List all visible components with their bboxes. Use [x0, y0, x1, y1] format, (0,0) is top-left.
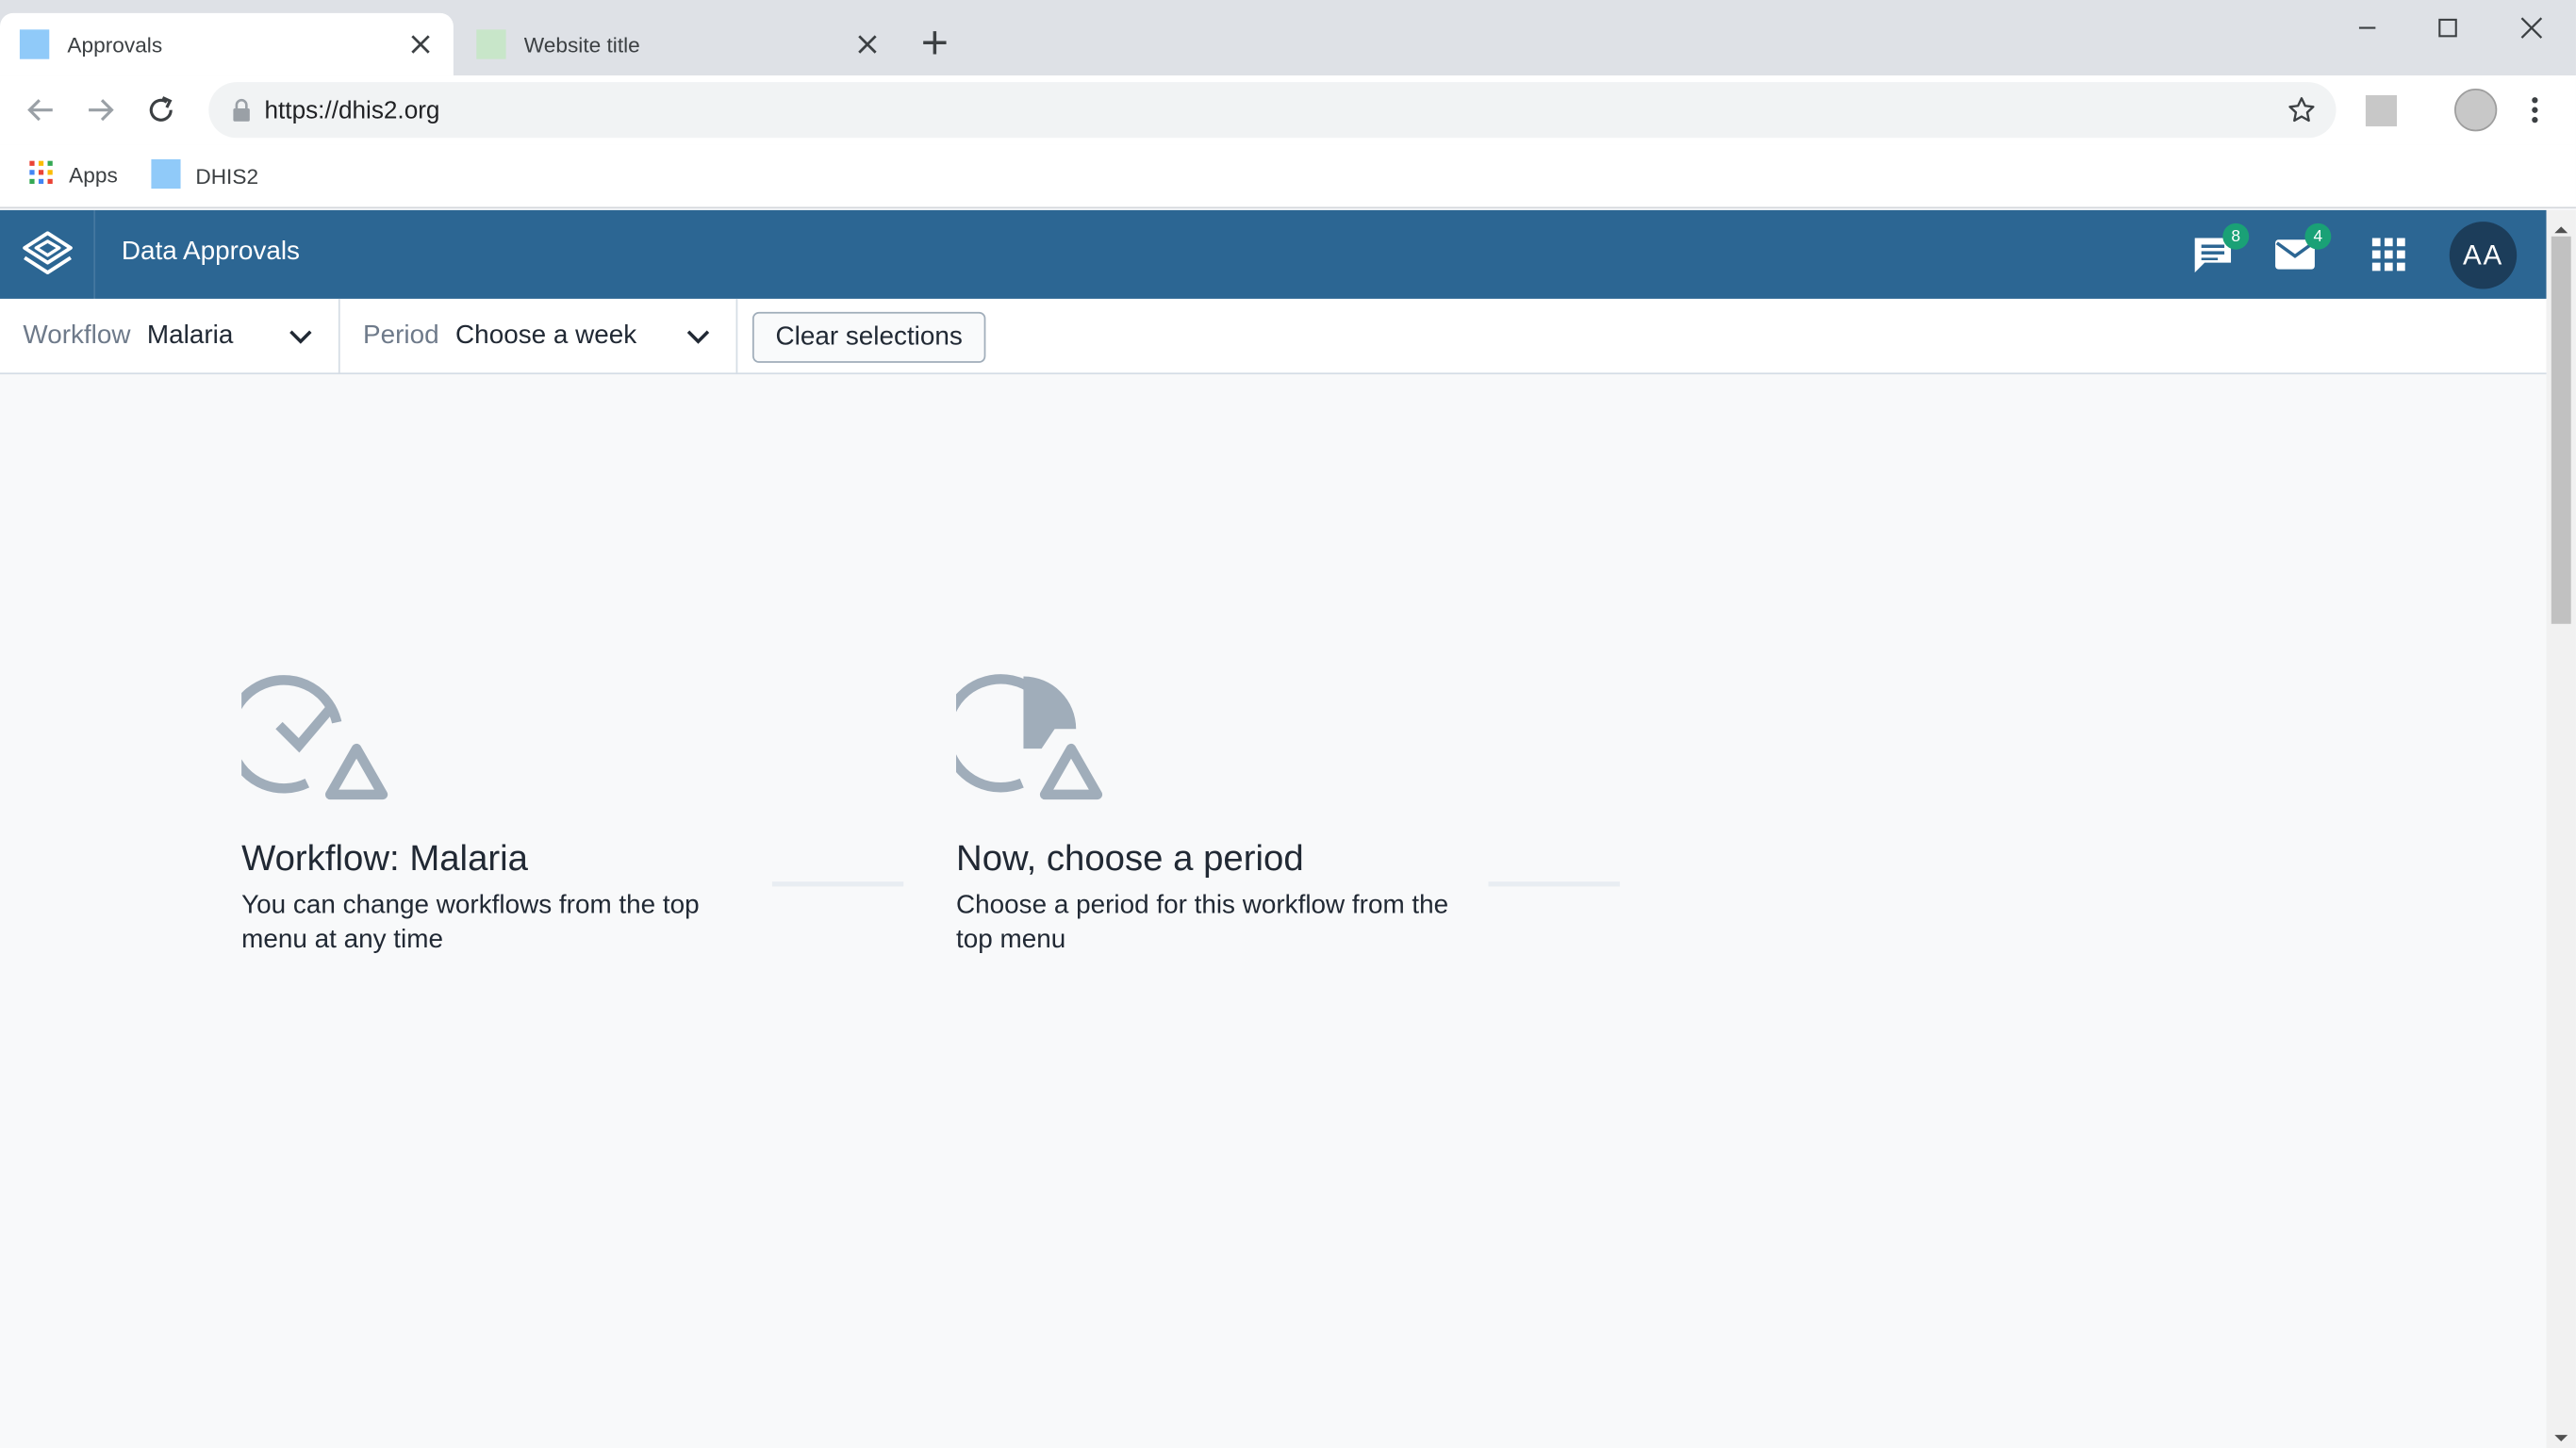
- scrollbar-thumb[interactable]: [2551, 236, 2571, 624]
- kebab-menu-icon[interactable]: [2521, 93, 2548, 126]
- period-clock-warning-icon: [941, 664, 1104, 801]
- minimize-icon[interactable]: [2353, 13, 2382, 42]
- tab-favicon: [19, 29, 50, 59]
- forward-icon[interactable]: [82, 92, 118, 128]
- workflow-value: Malaria: [146, 321, 234, 350]
- close-window-icon[interactable]: [2517, 13, 2546, 42]
- user-avatar[interactable]: AA: [2449, 222, 2518, 289]
- profile-avatar-icon[interactable]: [2453, 89, 2498, 132]
- browser-window: Approvals Website title https://dhis2.or…: [0, 0, 2576, 1448]
- extension-icon[interactable]: [2365, 95, 2398, 127]
- reload-icon[interactable]: [143, 92, 179, 128]
- workflow-selector[interactable]: Workflow Malaria: [0, 298, 340, 375]
- screenshot: Approvals Website title https://dhis2.or…: [0, 0, 2576, 1448]
- step-connector: [771, 881, 904, 887]
- messages-icon[interactable]: 4: [2272, 222, 2332, 275]
- app-content: Data Approvals 8 4 AA Workflow Malaria P…: [0, 209, 2547, 1448]
- messages-count-badge: 4: [2304, 222, 2332, 250]
- new-tab-icon[interactable]: [920, 28, 949, 58]
- step-title: Now, choose a period: [956, 837, 1304, 879]
- back-icon[interactable]: [23, 92, 58, 128]
- bookmark-dhis2[interactable]: DHIS2: [151, 158, 259, 194]
- app-title: Data Approvals: [121, 238, 300, 267]
- header-bar: Data Approvals 8 4 AA: [0, 209, 2547, 299]
- maximize-icon[interactable]: [2433, 13, 2462, 42]
- interpretations-icon[interactable]: 8: [2189, 222, 2250, 275]
- bookmark-label: Apps: [69, 162, 118, 188]
- workflow-label: Workflow: [23, 321, 131, 350]
- step-description: You can change workflows from the top me…: [241, 891, 700, 954]
- url-text: https://dhis2.org: [264, 95, 440, 124]
- bookmark-label: DHIS2: [195, 164, 259, 189]
- tab-website-title[interactable]: Website title: [456, 13, 900, 75]
- step-description: Choose a period for this workflow from t…: [956, 891, 1449, 954]
- tab-title: Website title: [523, 31, 640, 58]
- clear-selections-button[interactable]: Clear selections: [751, 311, 986, 363]
- apps-grid-icon: [28, 159, 55, 190]
- tab-title: Approvals: [67, 31, 163, 58]
- interpretations-count-badge: 8: [2222, 222, 2250, 250]
- bookmarks-bar: Apps DHIS2: [0, 144, 2576, 209]
- bookmark-star-icon[interactable]: [2287, 95, 2316, 124]
- scroll-up-arrow-icon[interactable]: [2553, 217, 2569, 234]
- period-value: Choose a week: [455, 321, 637, 350]
- tab-approvals[interactable]: Approvals: [0, 12, 454, 76]
- step-connector: [1488, 881, 1620, 887]
- period-label: Period: [363, 321, 439, 350]
- tab-favicon: [476, 29, 506, 59]
- folder-icon: [151, 158, 181, 194]
- period-selector[interactable]: Period Choose a week: [340, 298, 738, 375]
- address-bar[interactable]: https://dhis2.org: [208, 82, 2337, 139]
- scroll-down-arrow-icon[interactable]: [2553, 1425, 2569, 1442]
- chevron-down-icon: [288, 323, 314, 350]
- workflow-check-warning-icon: [224, 664, 389, 801]
- bookmark-apps[interactable]: Apps: [28, 159, 118, 190]
- chevron-down-icon: [685, 323, 712, 350]
- page-scrollbar[interactable]: [2546, 209, 2576, 1448]
- tab-bar: Approvals Website title: [0, 0, 2576, 76]
- close-tab-icon[interactable]: [407, 31, 434, 58]
- top-selection-menu: Workflow Malaria Period Choose a week Cl…: [0, 298, 2547, 375]
- step-title: Workflow: Malaria: [241, 837, 529, 879]
- lock-icon: [232, 98, 252, 122]
- apps-menu-icon[interactable]: [2366, 233, 2412, 275]
- browser-toolbar: https://dhis2.org: [0, 75, 2576, 145]
- dhis2-logo-icon[interactable]: [0, 209, 96, 299]
- close-tab-icon[interactable]: [854, 31, 881, 58]
